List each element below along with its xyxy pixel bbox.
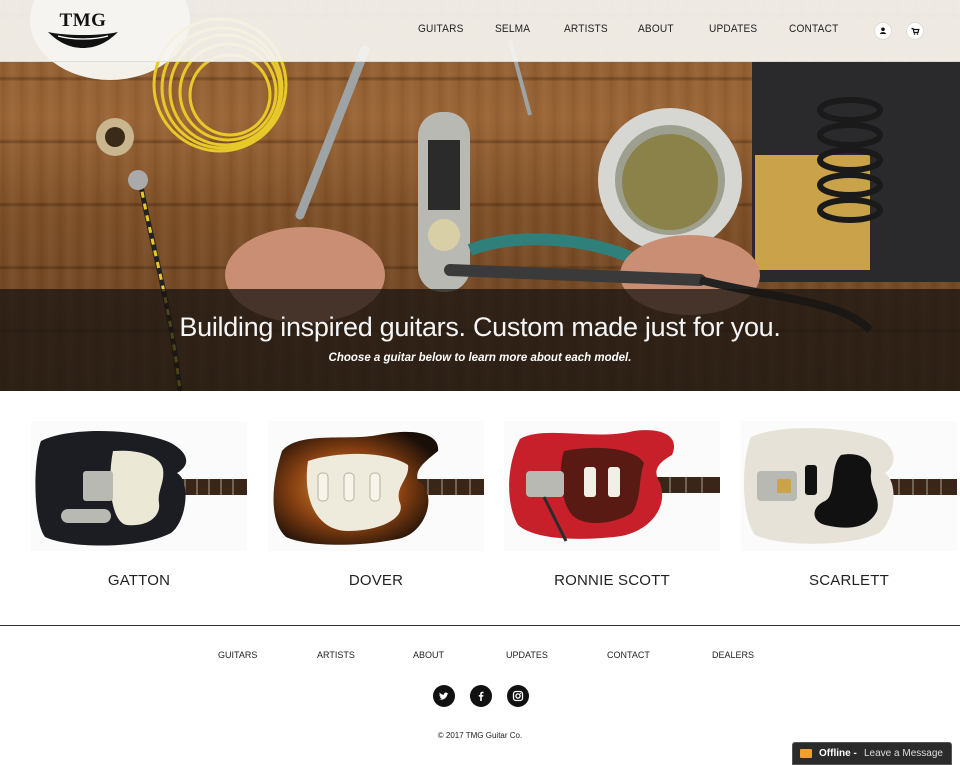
- nav-guitars[interactable]: GUITARS: [418, 23, 464, 35]
- footer-link-artists[interactable]: ARTISTS: [317, 650, 355, 660]
- guitar-name-ronnie-scott[interactable]: RONNIE SCOTT: [504, 572, 720, 589]
- footer-link-contact[interactable]: CONTACT: [607, 650, 650, 660]
- nav-selma[interactable]: SELMA: [495, 23, 530, 35]
- footer-divider: [0, 625, 960, 626]
- header-bar: TMG GUITARS SELMA ARTISTS ABOUT UPDATES …: [0, 0, 960, 62]
- envelope-icon: [800, 749, 812, 758]
- footer-link-updates[interactable]: UPDATES: [506, 650, 548, 660]
- guitar-pickguard: [110, 450, 164, 526]
- guitar-card-dover[interactable]: DOVER: [268, 421, 484, 601]
- nav-artists[interactable]: ARTISTS: [564, 23, 608, 35]
- tmg-logo[interactable]: TMG: [46, 8, 120, 50]
- guitar-name-scarlett[interactable]: SCARLETT: [741, 572, 957, 589]
- guitar-image-dover[interactable]: [268, 421, 484, 551]
- guitar-image-scarlett[interactable]: [741, 421, 957, 551]
- hero-headline: Building inspired guitars. Custom made j…: [179, 312, 781, 342]
- hero-banner: TMG GUITARS SELMA ARTISTS ABOUT UPDATES …: [0, 0, 960, 391]
- hero-subline: Choose a guitar below to learn more abou…: [328, 352, 632, 364]
- guitar-image-gatton[interactable]: [31, 421, 247, 551]
- cart-icon[interactable]: [907, 23, 923, 39]
- user-icon[interactable]: [875, 23, 891, 39]
- twitter-icon[interactable]: [433, 685, 455, 707]
- facebook-icon[interactable]: [470, 685, 492, 707]
- nav-contact[interactable]: CONTACT: [789, 23, 838, 35]
- guitar-card-ronnie-scott[interactable]: RONNIE SCOTT: [504, 421, 720, 601]
- footer-link-about[interactable]: ABOUT: [413, 650, 444, 660]
- nav-about[interactable]: ABOUT: [638, 23, 674, 35]
- guitar-grid: GATTON DOVER RONNIE SCOTT SCARLETT: [0, 391, 960, 625]
- instagram-icon[interactable]: [507, 685, 529, 707]
- guitar-image-ronnie-scott[interactable]: [504, 421, 720, 551]
- chat-status: Offline -: [819, 748, 857, 759]
- chat-widget[interactable]: Offline - Leave a Message: [792, 742, 952, 765]
- guitar-name-dover[interactable]: DOVER: [268, 572, 484, 589]
- nav-updates[interactable]: UPDATES: [709, 23, 757, 35]
- guitar-card-scarlett[interactable]: SCARLETT: [741, 421, 957, 601]
- chat-message-link[interactable]: Leave a Message: [864, 748, 943, 759]
- copyright-text: © 2017 TMG Guitar Co.: [437, 731, 523, 740]
- guitar-card-gatton[interactable]: GATTON: [31, 421, 247, 601]
- footer-link-dealers[interactable]: DEALERS: [712, 650, 754, 660]
- guitar-name-gatton[interactable]: GATTON: [31, 572, 247, 589]
- logo-wing-icon: [48, 32, 118, 48]
- footer-link-guitars[interactable]: GUITARS: [218, 650, 257, 660]
- guitar-pickguard: [560, 447, 644, 524]
